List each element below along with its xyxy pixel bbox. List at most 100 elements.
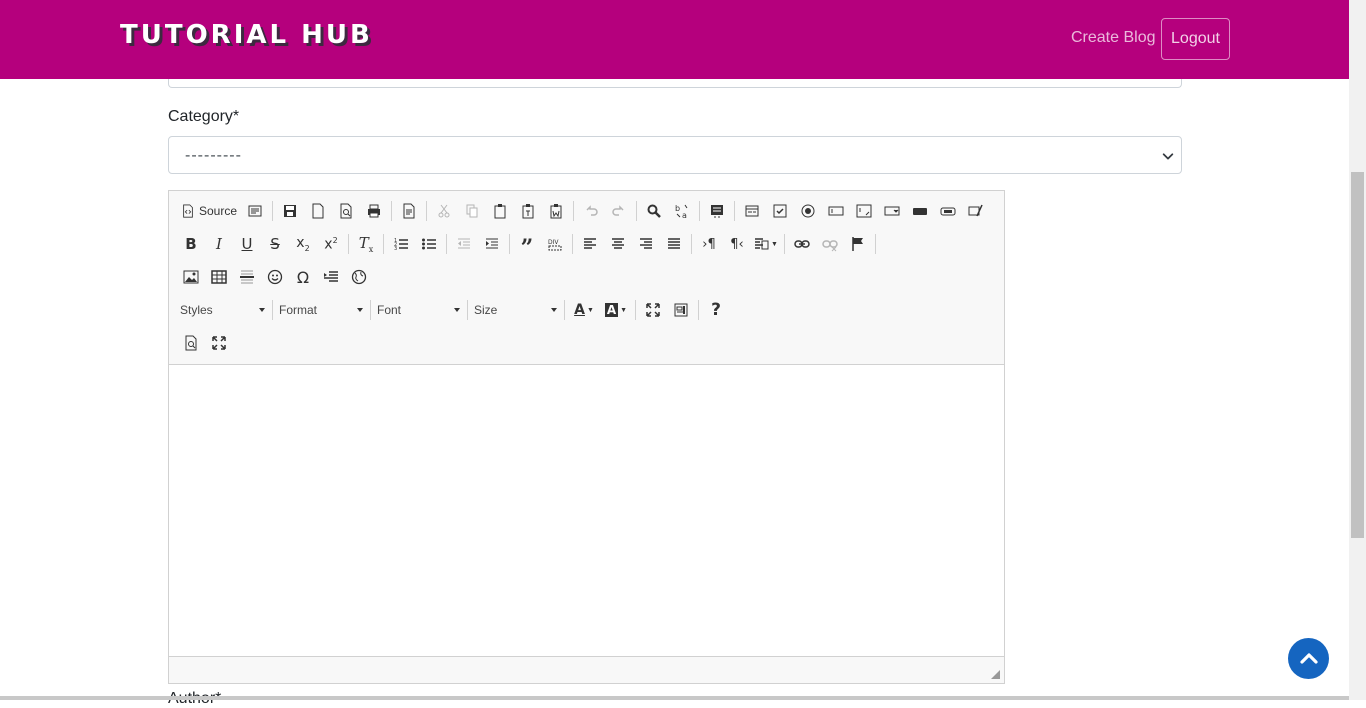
- underline-icon[interactable]: U: [233, 231, 261, 257]
- logout-button[interactable]: Logout: [1161, 18, 1230, 60]
- fullscreen-icon[interactable]: [205, 330, 233, 356]
- editor-content-area[interactable]: [169, 366, 1004, 657]
- size-label: Size: [474, 303, 498, 317]
- blockquote-icon[interactable]: ”: [513, 231, 541, 259]
- italic-icon[interactable]: I: [205, 231, 233, 257]
- editor-toolbar: Source ba B I U S x2 x2 Tx 1 2 3 ” DIV ›…: [169, 191, 1004, 365]
- remove-format-icon[interactable]: Tx: [352, 231, 380, 257]
- indent-icon[interactable]: [478, 231, 506, 257]
- undo-icon[interactable]: [577, 198, 605, 224]
- align-center-icon[interactable]: [604, 231, 632, 257]
- toolbar-separator: [383, 234, 384, 254]
- text-direction-ltr-icon[interactable]: ›¶: [695, 231, 723, 257]
- preview-document-icon[interactable]: [177, 330, 205, 356]
- iframe-globe-icon[interactable]: [345, 264, 373, 290]
- scrollbar-thumb[interactable]: [1351, 172, 1364, 538]
- checkbox-icon[interactable]: [766, 198, 794, 224]
- anchor-flag-icon[interactable]: [844, 231, 872, 257]
- new-page-icon[interactable]: [304, 198, 332, 224]
- redo-icon[interactable]: [605, 198, 633, 224]
- toolbar-separator: [446, 234, 447, 254]
- size-dropdown[interactable]: Size: [471, 298, 561, 322]
- brand-logo[interactable]: TUTORIAL HUB: [120, 20, 373, 50]
- copy-icon[interactable]: [458, 198, 486, 224]
- outdent-icon[interactable]: [450, 231, 478, 257]
- language-dropdown-icon[interactable]: ▼: [751, 231, 781, 257]
- paste-word-icon[interactable]: [542, 198, 570, 224]
- align-justify-icon[interactable]: [660, 231, 688, 257]
- text-direction-rtl-icon[interactable]: ¶‹: [723, 231, 751, 257]
- special-char-icon[interactable]: Ω: [289, 264, 317, 290]
- styles-label: Styles: [180, 303, 213, 317]
- text-color-icon[interactable]: A ▼: [568, 297, 600, 323]
- superscript-icon[interactable]: x2: [317, 231, 345, 257]
- strikethrough-icon[interactable]: S: [261, 231, 289, 257]
- link-icon[interactable]: [788, 231, 816, 257]
- document-icon[interactable]: [395, 198, 423, 224]
- image-icon[interactable]: [177, 264, 205, 290]
- horizontal-scrollbar[interactable]: [0, 696, 1349, 700]
- form-icon[interactable]: [738, 198, 766, 224]
- find-icon[interactable]: [640, 198, 668, 224]
- show-blocks-icon[interactable]: [667, 297, 695, 323]
- toolbar-row-2: B I U S x2 x2 Tx 123 ” DIV ›¶ ¶‹ ▼: [177, 229, 879, 259]
- templates-icon[interactable]: [241, 198, 269, 224]
- preview-icon[interactable]: [332, 198, 360, 224]
- toolbar-separator: [635, 300, 636, 320]
- caret-down-icon: [357, 308, 363, 312]
- select-all-icon[interactable]: [703, 198, 731, 224]
- caret-down-icon: [551, 308, 557, 312]
- button-field-icon[interactable]: [906, 198, 934, 224]
- create-blog-link[interactable]: Create Blog: [1071, 29, 1156, 47]
- svg-text:a: a: [682, 211, 687, 219]
- numbered-list-icon[interactable]: 123: [387, 231, 415, 257]
- chevron-down-icon: [1162, 153, 1174, 160]
- category-selected-value: ---------: [185, 147, 242, 164]
- horizontal-rule-icon[interactable]: [233, 264, 261, 290]
- format-dropdown[interactable]: Format: [276, 298, 367, 322]
- select-field-icon[interactable]: [878, 198, 906, 224]
- font-dropdown[interactable]: Font: [374, 298, 464, 322]
- toolbar-separator: [734, 201, 736, 221]
- image-button-icon[interactable]: [934, 198, 962, 224]
- align-right-icon[interactable]: [632, 231, 660, 257]
- text-field-icon[interactable]: [822, 198, 850, 224]
- source-icon: [183, 204, 193, 218]
- save-icon[interactable]: [276, 198, 304, 224]
- div-container-icon[interactable]: DIV: [541, 231, 569, 257]
- toolbar-separator: [467, 300, 468, 320]
- bold-icon[interactable]: B: [177, 231, 205, 257]
- radio-icon[interactable]: [794, 198, 822, 224]
- paste-text-icon[interactable]: [514, 198, 542, 224]
- help-icon[interactable]: ?: [702, 297, 730, 323]
- category-select[interactable]: ---------: [168, 136, 1182, 174]
- cut-icon[interactable]: [430, 198, 458, 224]
- table-icon[interactable]: [205, 264, 233, 290]
- toolbar-row-1: Source ba: [177, 196, 990, 226]
- background-color-icon[interactable]: A ▼: [600, 297, 632, 323]
- toolbar-separator: [875, 234, 876, 254]
- page-break-icon[interactable]: [317, 264, 345, 290]
- subscript-icon[interactable]: x2: [289, 231, 317, 257]
- align-left-icon[interactable]: [576, 231, 604, 257]
- bulleted-list-icon[interactable]: [415, 231, 443, 257]
- styles-dropdown[interactable]: Styles: [177, 298, 269, 322]
- paste-icon[interactable]: [486, 198, 514, 224]
- print-icon[interactable]: [360, 198, 388, 224]
- toolbar-separator: [572, 234, 573, 254]
- scroll-to-top-button[interactable]: [1288, 638, 1329, 679]
- vertical-scrollbar[interactable]: [1349, 0, 1366, 700]
- toolbar-separator: [636, 201, 638, 221]
- format-label: Format: [279, 303, 318, 317]
- resize-handle-icon[interactable]: [991, 670, 1000, 679]
- replace-icon[interactable]: ba: [668, 198, 696, 224]
- svg-text:3: 3: [394, 246, 397, 252]
- unlink-icon[interactable]: [816, 231, 844, 257]
- textarea-icon[interactable]: [850, 198, 878, 224]
- hidden-field-icon[interactable]: [962, 198, 990, 224]
- source-button[interactable]: Source: [177, 198, 241, 224]
- toolbar-separator: [426, 201, 428, 221]
- smiley-icon[interactable]: [261, 264, 289, 290]
- toolbar-separator: [509, 234, 510, 254]
- maximize-icon[interactable]: [639, 297, 667, 323]
